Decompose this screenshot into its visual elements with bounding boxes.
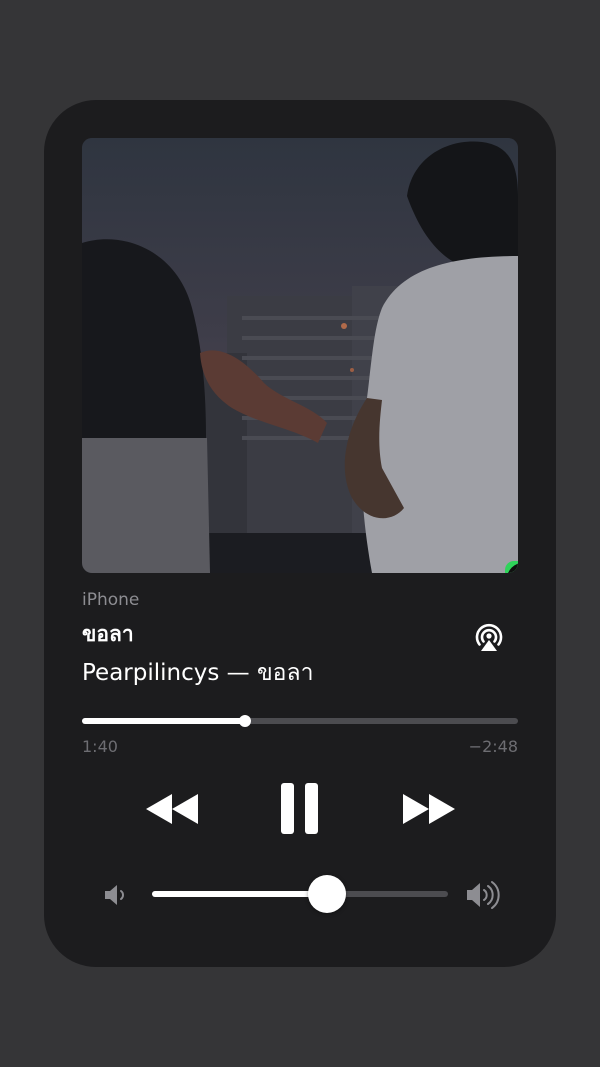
- album-artwork-image: [82, 138, 518, 573]
- speaker-high-icon: [467, 881, 500, 909]
- track-artist-album: Pearpilincys — ขอลา: [82, 660, 314, 686]
- music-app-badge[interactable]: [505, 561, 518, 573]
- pause-button[interactable]: [280, 782, 320, 836]
- pause-icon: [281, 783, 318, 834]
- track-title: ขอลา: [82, 622, 134, 646]
- speaker-low-icon: [105, 885, 124, 905]
- playback-scrubber-knob[interactable]: [238, 715, 251, 727]
- volume-slider-knob[interactable]: [307, 875, 346, 913]
- now-playing-widget: iPhone ขอลา Pearpilincys — ขอลา 1:40 −2:…: [44, 100, 556, 967]
- output-device-label: iPhone: [82, 590, 140, 610]
- album-artwork[interactable]: [82, 138, 518, 573]
- playback-progress-fill: [82, 718, 245, 724]
- volume-max-button[interactable]: [464, 879, 504, 911]
- rewind-icon: [146, 794, 198, 824]
- volume-min-button[interactable]: [102, 881, 132, 909]
- volume-level-fill: [152, 891, 327, 897]
- remaining-time: −2:48: [468, 737, 518, 756]
- airplay-audio-icon: [475, 623, 503, 651]
- fast-forward-button[interactable]: [400, 790, 458, 828]
- volume-slider[interactable]: [152, 875, 448, 913]
- elapsed-time: 1:40: [82, 737, 118, 756]
- airplay-button[interactable]: [472, 622, 506, 656]
- music-app-icon: [508, 563, 518, 573]
- rewind-button[interactable]: [143, 790, 201, 828]
- fast-forward-icon: [403, 794, 455, 824]
- playback-scrubber[interactable]: [82, 715, 518, 727]
